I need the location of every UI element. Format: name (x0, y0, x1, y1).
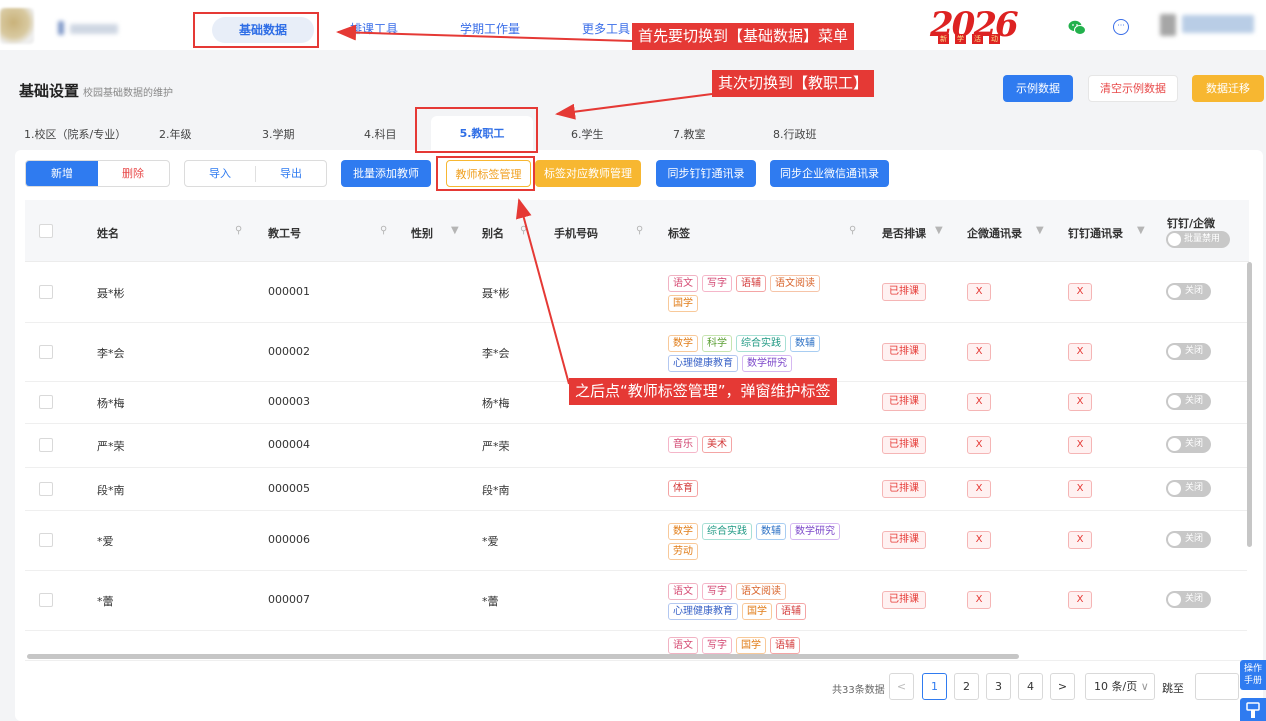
annotation-step-1: 首先要切换到【基础数据】菜单 (632, 23, 855, 50)
annotation-step-2: 其次切换到【教职工】 (712, 70, 875, 97)
annotation-step-3: 之后点“教师标签管理”，弹窗维护标签 (569, 378, 837, 405)
annotation-arrows (336, 24, 713, 385)
